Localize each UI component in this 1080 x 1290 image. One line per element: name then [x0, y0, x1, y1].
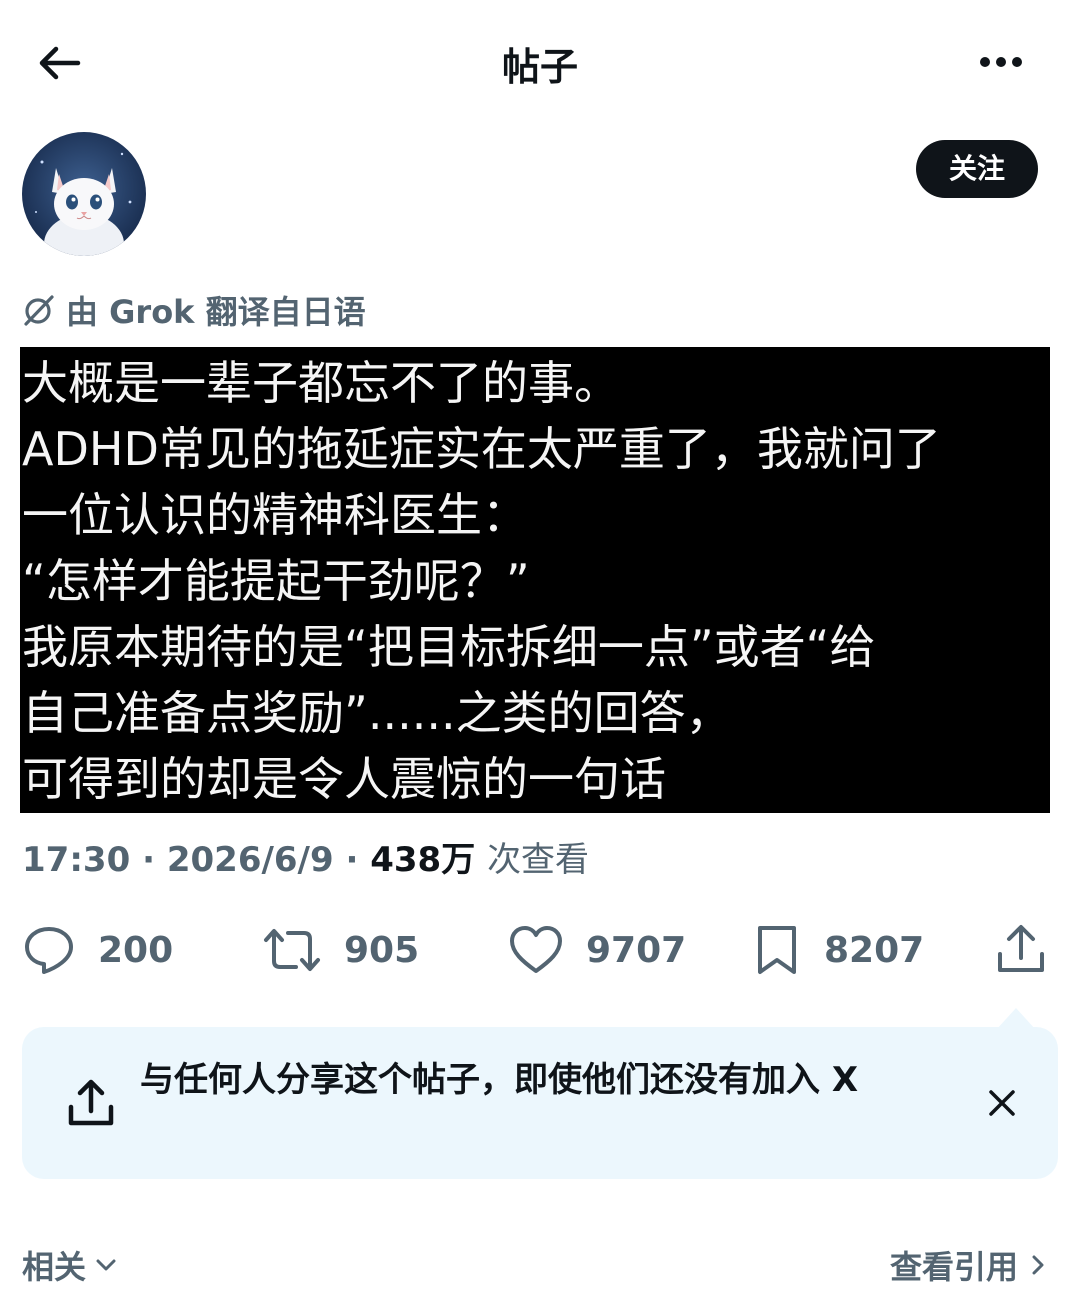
post-meta: 17:30 · 2026/6/9 · 438万 次查看: [22, 832, 589, 881]
bookmark-count: 8207: [824, 929, 925, 971]
share-prompt-banner: 与任何人分享这个帖子，即使他们还没有加入 X: [22, 1027, 1058, 1179]
chevron-right-icon: [1032, 1255, 1044, 1275]
post-time: 17:30: [22, 840, 131, 880]
view-count-suffix: 次查看: [487, 840, 590, 880]
share-prompt-text: 与任何人分享这个帖子，即使他们还没有加入 X: [140, 1060, 859, 1100]
related-label: 相关: [22, 1248, 87, 1286]
follow-button[interactable]: 关注: [916, 140, 1038, 198]
chevron-down-icon: [96, 1259, 116, 1271]
heart-icon: [510, 926, 562, 973]
separator: ·: [142, 840, 155, 880]
translation-text: 由 Grok 翻译自日语: [66, 293, 366, 331]
reply-count: 200: [98, 929, 174, 971]
share-button[interactable]: [994, 915, 1048, 985]
post-image-line: 自己准备点奖励”......之类的回答，: [22, 686, 732, 740]
action-bar: 200 905 9707 8207: [0, 915, 1080, 985]
repost-button[interactable]: 905: [262, 915, 419, 985]
grok-translation-label[interactable]: 由 Grok 翻译自日语: [22, 288, 366, 332]
close-icon[interactable]: [982, 1083, 1022, 1123]
like-button[interactable]: 9707: [508, 915, 686, 985]
post-image-line: “怎样才能提起干劲呢？”: [22, 554, 530, 608]
post-image-line: 我原本期待的是“把目标拆细一点”或者“给: [22, 620, 876, 674]
post-image-line: 可得到的却是令人震惊的一句话: [22, 752, 666, 806]
separator: ·: [345, 840, 359, 880]
reply-button[interactable]: 200: [22, 915, 173, 985]
share-icon: [66, 1077, 116, 1131]
post-image-line: 大概是一辈子都忘不了的事。: [22, 356, 620, 410]
more-options-icon[interactable]: [972, 44, 1030, 80]
post-image-line: ADHD常见的拖延症实在太严重了，我就问了: [22, 422, 941, 476]
post-image[interactable]: 大概是一辈子都忘不了的事。 ADHD常见的拖延症实在太严重了，我就问了 一位认识…: [20, 347, 1050, 813]
view-count: 438万: [370, 840, 476, 880]
related-dropdown[interactable]: 相关: [22, 1242, 120, 1288]
repost-icon: [264, 929, 320, 971]
like-count: 9707: [586, 929, 687, 971]
bookmark-icon: [758, 926, 796, 974]
share-icon: [998, 925, 1044, 972]
top-bar: 帖子: [0, 0, 1080, 120]
repost-count: 905: [344, 929, 420, 971]
view-quotes-link[interactable]: 查看引用: [890, 1242, 1050, 1288]
post-image-line: 一位认识的精神科医生：: [22, 488, 528, 542]
view-quotes-label: 查看引用: [889, 1248, 1018, 1286]
page-title: 帖子: [501, 45, 578, 89]
post-date: 2026/6/9: [166, 840, 334, 880]
grok-icon: [24, 295, 54, 326]
bookmark-button[interactable]: 8207: [752, 915, 924, 985]
avatar[interactable]: [22, 132, 146, 256]
reply-icon: [25, 927, 73, 974]
